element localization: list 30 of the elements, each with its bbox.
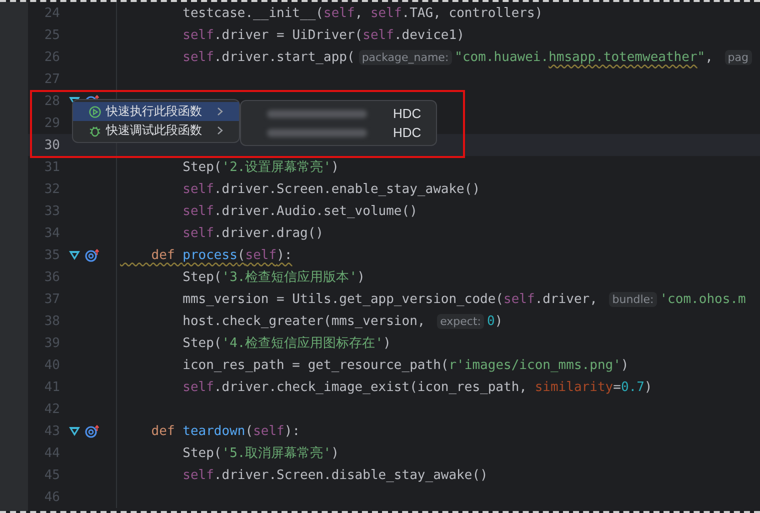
code-line: self.driver.Screen.disable_stay_awake() bbox=[182, 468, 488, 482]
code-line: icon_res_path = get_resource_path(r'images/icon_mms.png') bbox=[182, 358, 629, 372]
code-line: Step('2.设置屏幕常亮') bbox=[182, 160, 339, 175]
code-line: self.driver.start_app( package_name: "com.huawei.hmsapp.totemweather", pag bbox=[120, 50, 754, 64]
code-line: testcase.__init__(self, self.TAG, controllers) bbox=[182, 6, 543, 20]
play-icon bbox=[89, 106, 101, 118]
line-number: 30 bbox=[43, 138, 60, 152]
run-triangle-icon[interactable] bbox=[69, 250, 80, 260]
code-line: def teardown(self): bbox=[150, 424, 300, 438]
override-icon[interactable] bbox=[85, 248, 99, 262]
chevron-right-icon bbox=[217, 126, 223, 135]
code-line: def process(self): bbox=[150, 248, 292, 262]
code-line: Step('3.检查短信应用版本') bbox=[182, 270, 365, 285]
menu-item[interactable]: 快速执行此段函数 bbox=[73, 102, 239, 121]
device-menu-item[interactable]: HDC bbox=[241, 104, 436, 123]
device-menu-item[interactable]: HDC bbox=[241, 123, 436, 142]
code-line: mms_version = Utils.get_app_version_code(self.driver, bundle: 'com.ohos.m bbox=[182, 292, 746, 306]
bug-icon bbox=[89, 124, 101, 136]
run-triangle-icon[interactable] bbox=[69, 426, 80, 436]
code-line: self.driver = UiDriver(self.device1) bbox=[182, 28, 464, 42]
code-line: Step('4.检查短信应用图标存在') bbox=[182, 336, 391, 351]
code-line: self.driver.check_image_exist(icon_res_path, similarity=0.7) bbox=[182, 380, 652, 394]
menu-item[interactable]: 快速调试此段函数 bbox=[73, 121, 239, 140]
code-line: self.driver.drag() bbox=[182, 226, 324, 240]
code-line: self.driver.Audio.set_volume() bbox=[182, 204, 418, 218]
chevron-right-icon bbox=[217, 107, 223, 116]
code-line: self.driver.Screen.enable_stay_awake() bbox=[182, 182, 480, 196]
code-line: host.check_greater(mms_version, expect: 0) bbox=[182, 314, 503, 328]
code-line: Step('5.取消屏幕常亮') bbox=[182, 446, 339, 461]
override-icon[interactable] bbox=[85, 424, 99, 438]
